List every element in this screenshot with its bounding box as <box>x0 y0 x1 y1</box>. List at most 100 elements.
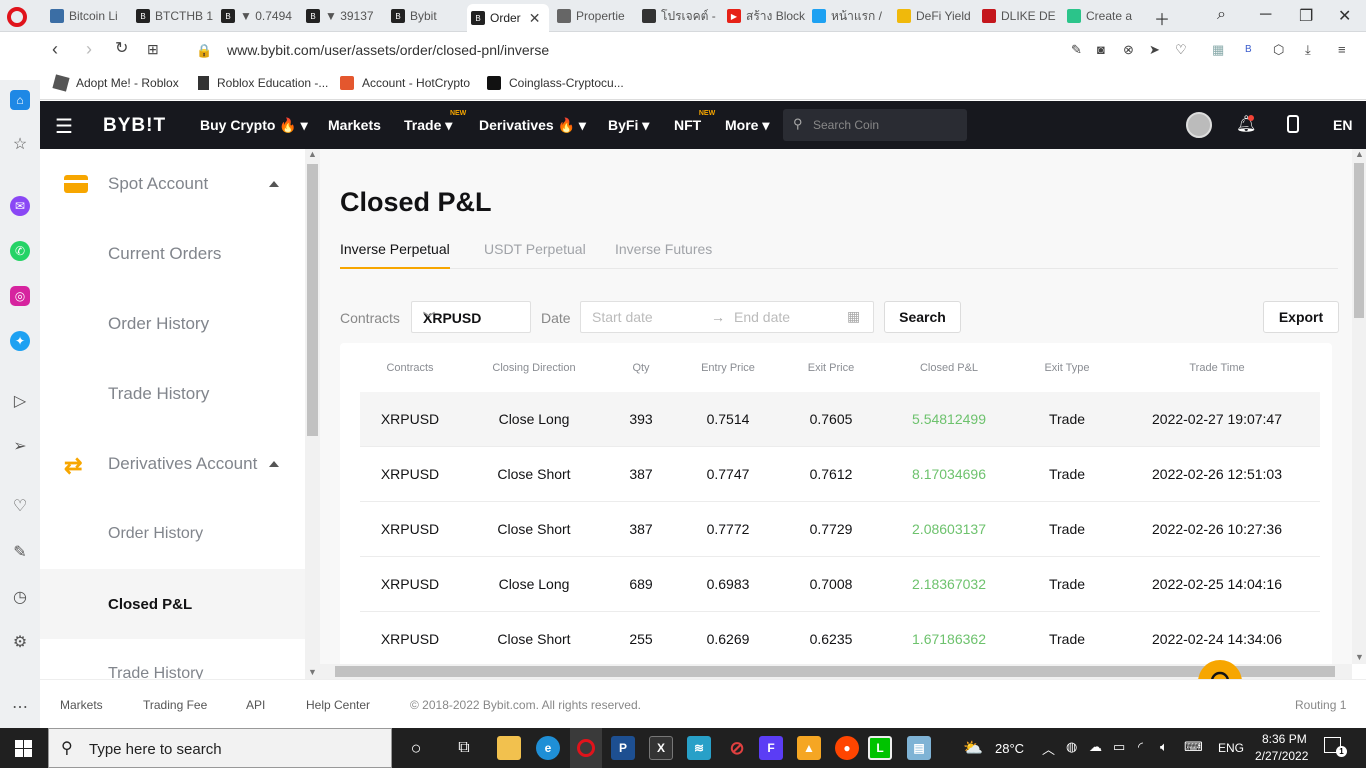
close-tab-icon[interactable]: ✕ <box>529 10 541 27</box>
browser-tab[interactable]: หน้าแรก / <box>808 4 890 28</box>
side-menu-scrollbar[interactable]: ▲ ▼ <box>305 149 320 679</box>
menu-order-history[interactable]: Order History <box>40 289 305 359</box>
app-icon[interactable]: P <box>611 736 635 760</box>
browser-tab[interactable]: DeFi Yield <box>893 4 975 28</box>
footer-link-help-center[interactable]: Help Center <box>306 698 370 712</box>
settings-icon[interactable]: ⚙ <box>10 632 30 652</box>
restore-icon[interactable]: ❐ <box>1299 6 1313 26</box>
line-icon[interactable]: L <box>868 736 892 760</box>
instagram-icon[interactable]: ◎ <box>10 286 30 306</box>
menu-deriv-order-history[interactable]: Order History <box>40 499 305 569</box>
end-date-input[interactable] <box>734 309 844 325</box>
weather-icon[interactable]: ⛅ <box>963 738 983 758</box>
table-horizontal-scrollbar[interactable] <box>320 664 1352 679</box>
browser-tab[interactable]: โปรเจคต์ - <box>638 4 720 28</box>
bookmark-adopt-me[interactable]: Adopt Me! - Roblox <box>52 74 179 92</box>
coin-search-box[interactable]: ⚲ <box>783 109 967 141</box>
nav-item[interactable]: ByFi ▾ <box>608 117 649 134</box>
more-icon[interactable]: ⋯ <box>10 697 30 717</box>
speed-dial-icon[interactable]: ☆ <box>10 134 30 154</box>
wifi-icon[interactable]: ◜ <box>1138 739 1143 755</box>
input-language[interactable]: ENG <box>1218 741 1244 755</box>
scrollbar-thumb[interactable] <box>335 666 1335 677</box>
collapse-caret-icon[interactable] <box>269 461 279 467</box>
cube-icon[interactable]: ⬡ <box>1273 42 1284 58</box>
scrollbar-thumb[interactable] <box>307 164 318 436</box>
taskbar-search-box[interactable]: ⚲ Type here to search <box>48 728 392 768</box>
browser-tab[interactable]: ▶ สร้าง Block <box>723 4 805 28</box>
mobile-app-icon[interactable] <box>1287 115 1299 133</box>
volume-icon[interactable]: 🔈︎ <box>1160 739 1168 755</box>
avatar[interactable] <box>1186 112 1212 138</box>
browser-tab[interactable]: Bitcoin Li <box>46 4 128 28</box>
table-row[interactable]: XRPUSD Close Short 387 0.7772 0.7729 2.086031… <box>360 502 1320 557</box>
clock-time[interactable]: 8:36 PM <box>1262 732 1307 746</box>
app-icon[interactable]: F <box>759 736 783 760</box>
edit-icon[interactable]: ✎ <box>1071 42 1082 58</box>
flow-icon[interactable]: ➢ <box>10 436 30 456</box>
collapse-caret-icon[interactable] <box>269 181 279 187</box>
tray-app-icon[interactable]: ◍ <box>1066 739 1077 755</box>
start-date-input[interactable] <box>592 309 702 325</box>
menu-current-orders[interactable]: Current Orders <box>40 219 305 289</box>
table-row[interactable]: XRPUSD Close Short 387 0.7747 0.7612 8.170346… <box>360 447 1320 502</box>
menu-closed-pnl[interactable]: Closed P&L <box>40 569 305 639</box>
tab-inverse-perpetual[interactable]: Inverse Perpetual <box>340 241 450 269</box>
camera-icon[interactable]: ◙ <box>1097 42 1105 57</box>
tiles-icon[interactable]: ⊞ <box>147 40 159 58</box>
app-icon[interactable]: ⊘ <box>725 736 749 760</box>
task-view-icon[interactable]: ⧉ <box>452 736 476 760</box>
home-icon[interactable]: ⌂ <box>10 90 30 110</box>
app-icon[interactable]: ▲ <box>797 736 821 760</box>
bookmark-hotcrypto[interactable]: Account - HotCrypto <box>340 76 470 90</box>
browser-tab[interactable]: DLIKE DE <box>978 4 1060 28</box>
routing-label[interactable]: Routing 1 <box>1295 698 1346 712</box>
calendar-icon[interactable]: ▦ <box>847 308 860 325</box>
browser-tab[interactable]: Propertie <box>553 4 635 28</box>
heart-icon[interactable]: ♡ <box>1175 42 1187 58</box>
menu-deriv-trade-history[interactable]: Trade History <box>40 639 305 679</box>
bybit-logo[interactable]: BYB!T <box>103 115 166 137</box>
scrollbar-thumb[interactable] <box>1354 163 1364 318</box>
footer-link-trading-fee[interactable]: Trading Fee <box>143 698 207 712</box>
nav-item[interactable]: Markets <box>328 117 381 133</box>
back-icon[interactable]: ‹ <box>52 40 58 58</box>
menu-trade-history[interactable]: Trade History <box>40 359 305 429</box>
adblock-icon[interactable]: ⊗ <box>1123 42 1134 58</box>
new-tab-icon[interactable]: ＋ <box>1154 6 1170 30</box>
table-row[interactable]: XRPUSD Close Short 255 0.6269 0.6235 1.671863… <box>360 612 1320 664</box>
whatsapp-icon[interactable]: ✆ <box>10 241 30 261</box>
reload-icon[interactable]: ↻ <box>115 40 128 58</box>
url-field[interactable]: www.bybit.com/user/assets/order/closed-p… <box>227 42 549 58</box>
extension-icon[interactable]: ▦ <box>1212 42 1224 58</box>
browser-tab[interactable]: B ▼ 0.7494 <box>217 4 299 28</box>
nav-item[interactable]: More ▾ <box>725 117 769 134</box>
favorites-icon[interactable]: ♡ <box>10 496 30 516</box>
bookmark-coinglass[interactable]: Coinglass-Cryptocu... <box>487 76 624 90</box>
opera-taskbar-icon[interactable] <box>570 728 602 768</box>
tab-usdt-perpetual[interactable]: USDT Perpetual <box>484 241 586 257</box>
page-vertical-scrollbar[interactable]: ▲ ▼ <box>1352 149 1366 664</box>
table-row[interactable]: XRPUSD Close Long 689 0.6983 0.7008 2.1836703… <box>360 557 1320 612</box>
reddit-icon[interactable]: ● <box>835 736 859 760</box>
browser-tab[interactable]: B Order ✕ <box>467 4 549 32</box>
tab-inverse-futures[interactable]: Inverse Futures <box>615 241 712 257</box>
app-icon[interactable]: ≋ <box>687 736 711 760</box>
keyboard-icon[interactable]: ⌨ <box>1184 739 1203 755</box>
search-tabs-icon[interactable]: ⌕ <box>1217 6 1226 24</box>
close-window-icon[interactable]: ✕ <box>1338 6 1351 26</box>
edge-icon[interactable]: e <box>536 736 560 760</box>
windows-start-icon[interactable] <box>15 740 32 757</box>
language-selector[interactable]: EN <box>1333 117 1352 133</box>
temperature[interactable]: 28°C <box>995 741 1024 756</box>
x-app-icon[interactable]: X <box>649 736 673 760</box>
bookmark-roblox-education[interactable]: Roblox Education -... <box>198 76 328 90</box>
send-icon[interactable]: ➤ <box>1149 42 1160 58</box>
footer-link-markets[interactable]: Markets <box>60 698 103 712</box>
download-icon[interactable]: ⤓ <box>1305 42 1311 58</box>
tray-chevron-icon[interactable]: ︿ <box>1042 739 1055 758</box>
file-explorer-icon[interactable] <box>497 736 521 760</box>
browser-tab[interactable]: B ▼ 39137 <box>302 4 384 28</box>
opera-logo-icon[interactable] <box>7 7 27 27</box>
nav-item[interactable]: Derivatives 🔥 ▾ <box>479 117 586 134</box>
